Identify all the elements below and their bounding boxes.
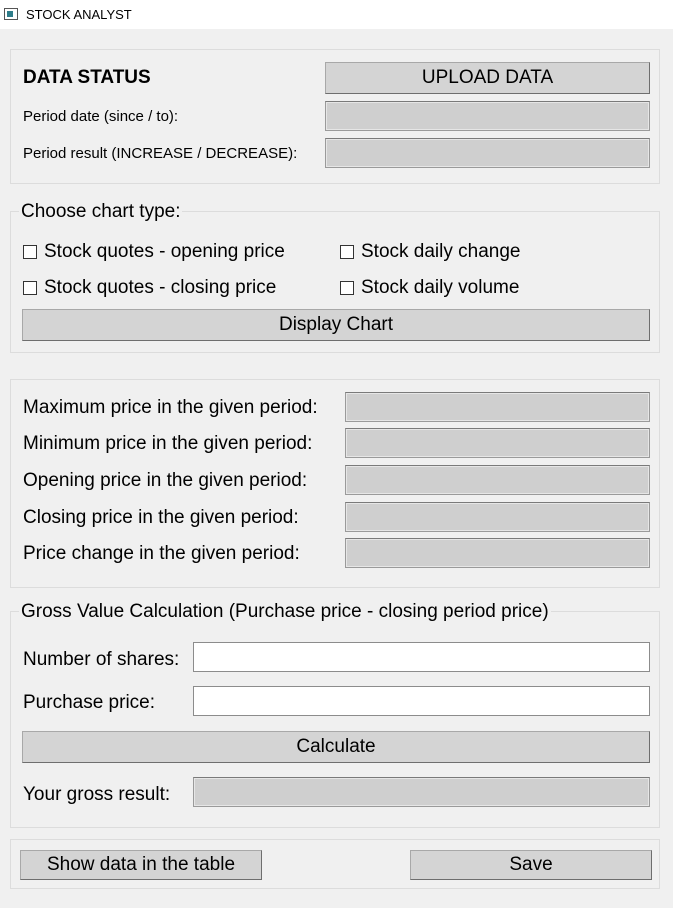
period-date-label: Period date (since / to): [23, 108, 179, 125]
gross-result-field [193, 777, 650, 807]
period-result-label: Period result (INCREASE / DECREASE): [23, 145, 298, 162]
min-price-field [345, 428, 650, 458]
gross-value-group: Number of shares: Purchase price: Calcul… [10, 611, 660, 828]
gross-value-title: Gross Value Calculation (Purchase price … [19, 601, 551, 623]
min-price-label: Minimum price in the given period: [23, 433, 313, 454]
chart-type-title: Choose chart type: [19, 201, 183, 223]
closing-price-label: Closing price in the given period: [23, 507, 299, 528]
max-price-label: Maximum price in the given period: [23, 397, 318, 418]
checkbox-label: Stock daily volume [361, 277, 520, 298]
show-table-button[interactable]: Show data in the table [20, 850, 262, 880]
checkbox-label: Stock quotes - opening price [44, 241, 285, 262]
closing-price-field [345, 502, 650, 532]
checkbox-box[interactable] [340, 281, 354, 295]
chart-type-group: Stock quotes - opening price Stock daily… [10, 211, 660, 353]
purchase-price-input[interactable] [193, 686, 650, 716]
checkbox-daily-change[interactable]: Stock daily change [340, 241, 521, 263]
shares-label: Number of shares: [23, 649, 180, 670]
calculate-button[interactable]: Calculate [22, 731, 650, 763]
shares-input[interactable] [193, 642, 650, 672]
max-price-field [345, 392, 650, 422]
opening-price-field [345, 465, 650, 495]
period-date-field [325, 101, 650, 131]
gross-result-label: Your gross result: [23, 784, 171, 805]
checkbox-label: Stock quotes - closing price [44, 277, 277, 298]
period-result-field [325, 138, 650, 168]
checkbox-box[interactable] [23, 281, 37, 295]
purchase-price-label: Purchase price: [23, 692, 156, 713]
checkbox-daily-volume[interactable]: Stock daily volume [340, 277, 519, 299]
price-change-label: Price change in the given period: [23, 543, 300, 564]
footer-group: Show data in the table Save [10, 839, 660, 889]
save-button[interactable]: Save [410, 850, 652, 880]
display-chart-button[interactable]: Display Chart [22, 309, 650, 341]
checkbox-box[interactable] [340, 245, 354, 259]
app-icon [4, 8, 18, 20]
data-status-group: DATA STATUS UPLOAD DATA Period date (sin… [10, 49, 660, 184]
upload-data-button[interactable]: UPLOAD DATA [325, 62, 650, 94]
checkbox-closing-price[interactable]: Stock quotes - closing price [23, 277, 276, 299]
price-change-field [345, 538, 650, 568]
opening-price-label: Opening price in the given period: [23, 470, 308, 491]
checkbox-opening-price[interactable]: Stock quotes - opening price [23, 241, 285, 263]
title-bar: STOCK ANALYST [0, 0, 673, 29]
checkbox-label: Stock daily change [361, 241, 521, 262]
price-summary-group: Maximum price in the given period: Minim… [10, 379, 660, 588]
window-title: STOCK ANALYST [26, 7, 132, 22]
checkbox-box[interactable] [23, 245, 37, 259]
data-status-heading: DATA STATUS [23, 67, 151, 88]
